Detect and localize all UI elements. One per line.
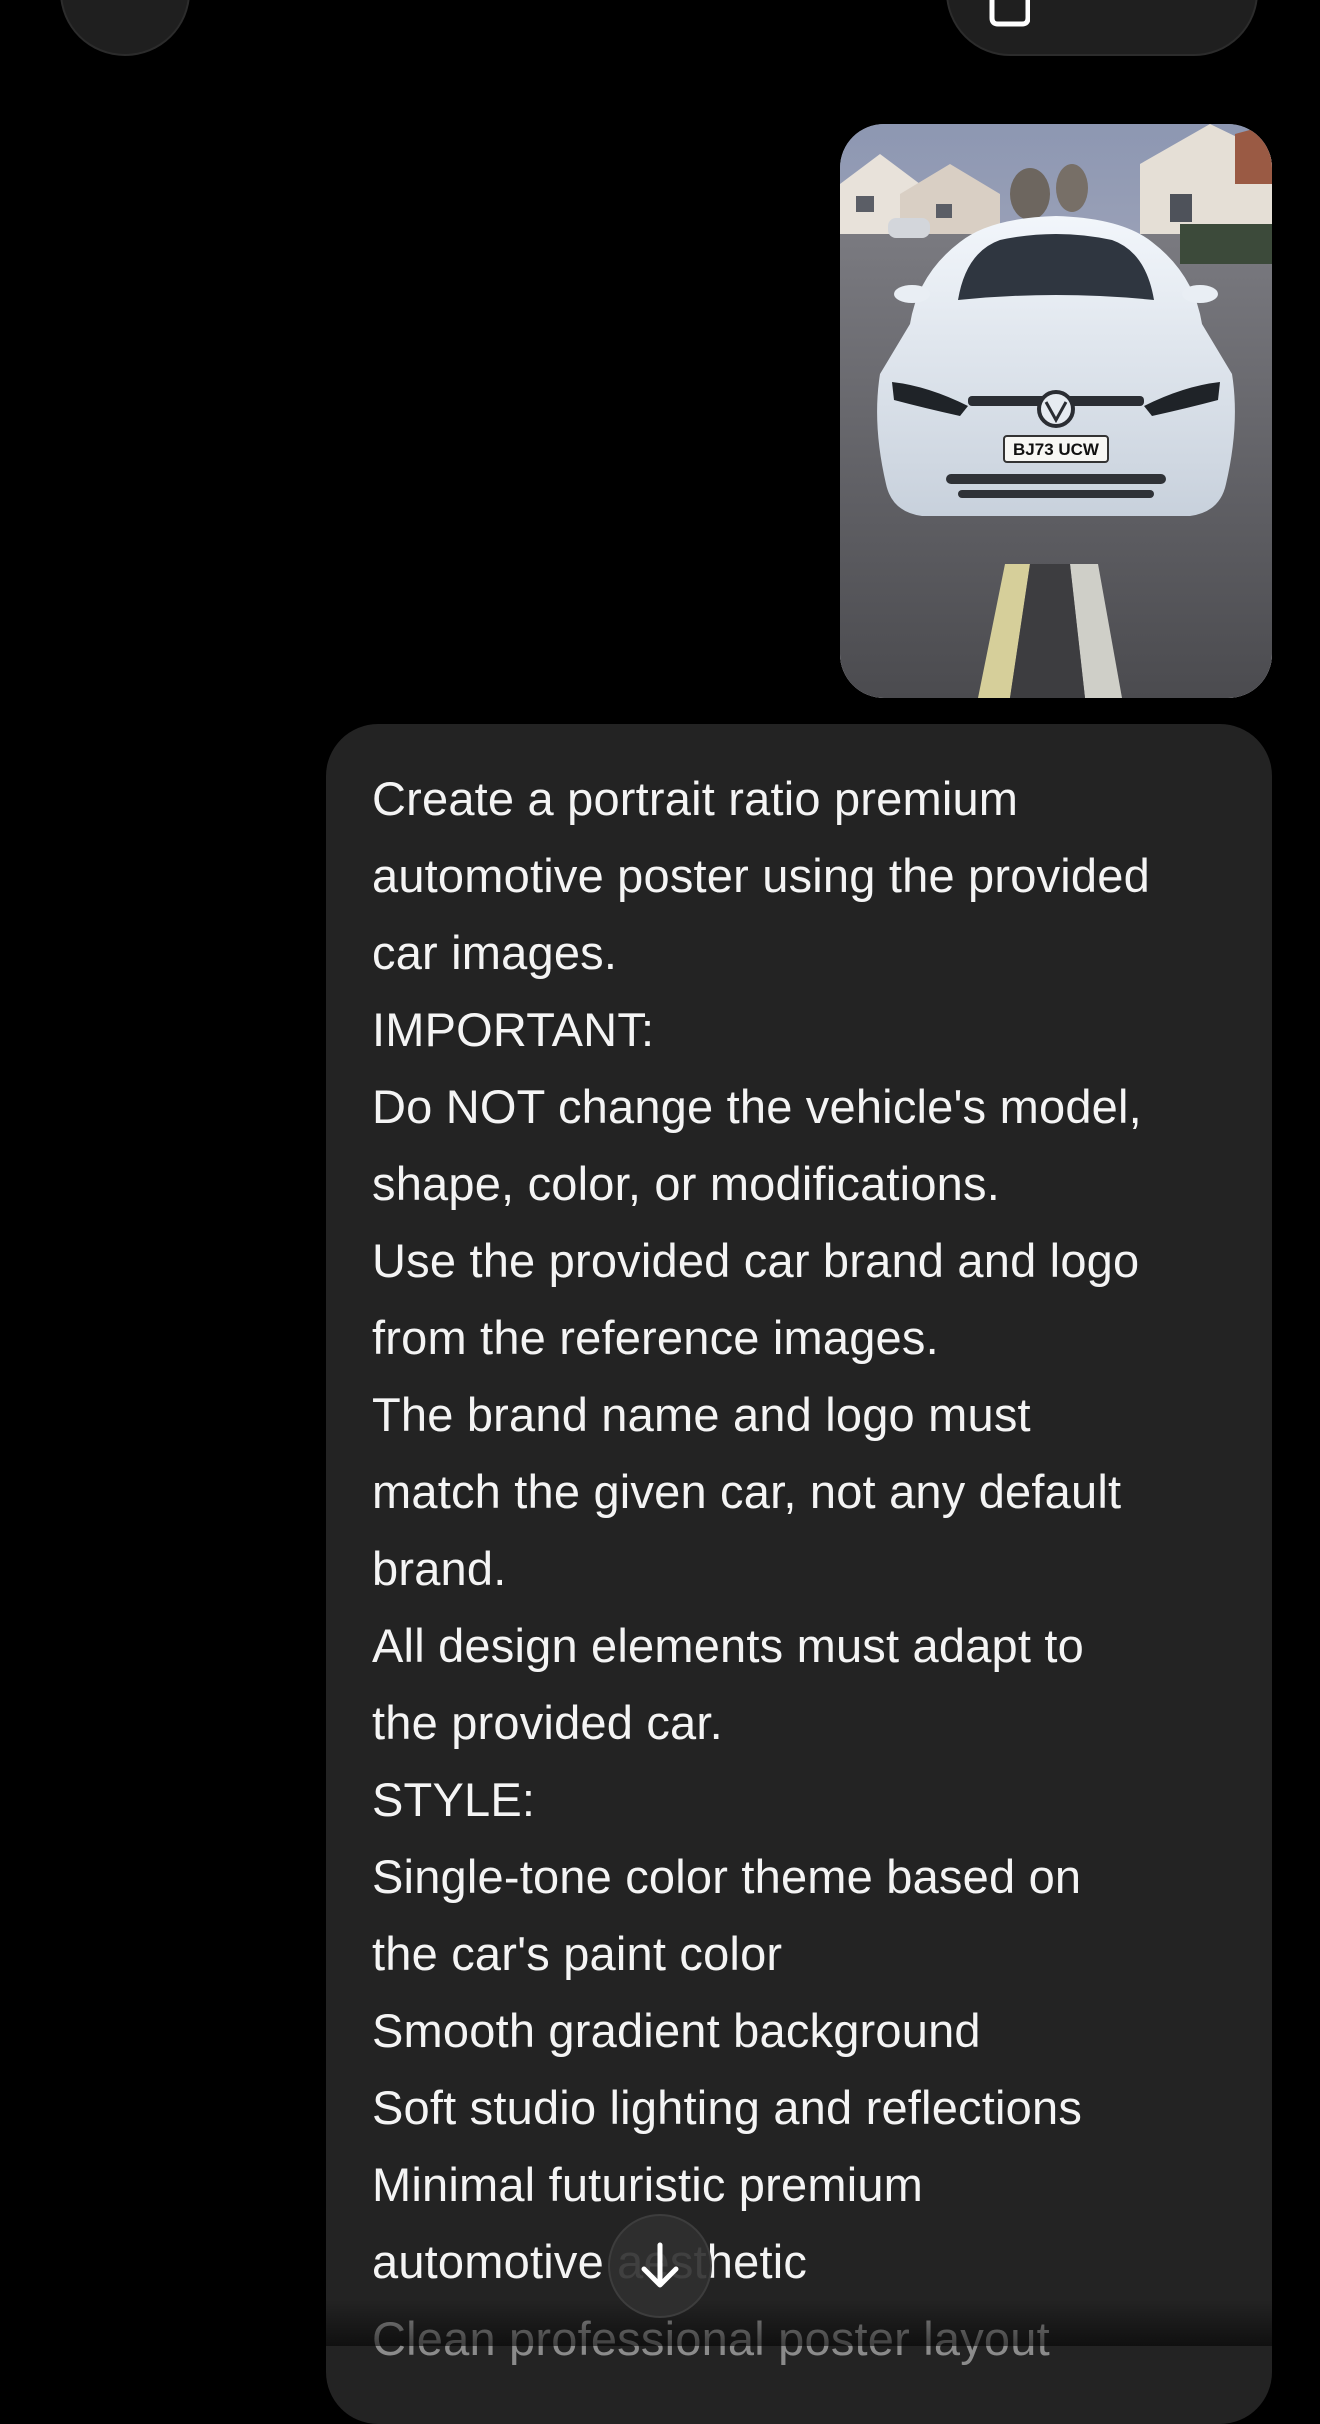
menu-icon	[105, 0, 145, 12]
new-chat-button[interactable]	[946, 0, 1258, 56]
message-line: Use the provided car brand and logo	[372, 1234, 1140, 1287]
message-line: automotive poster using the provided	[372, 849, 1150, 902]
message-line: car images.	[372, 926, 618, 979]
message-line: brand.	[372, 1542, 507, 1595]
arrow-down-icon	[641, 2242, 679, 2288]
new-chat-icon	[989, 0, 1030, 27]
message-line: Single-tone color theme based on	[372, 1850, 1082, 1903]
message-line: Smooth gradient background	[372, 2004, 981, 2057]
license-plate-text: BJ73 UCW	[1013, 440, 1100, 459]
message-line: the provided car.	[372, 1696, 723, 1749]
menu-button[interactable]	[60, 0, 190, 56]
message-line: Do NOT change the vehicle's model,	[372, 1080, 1142, 1133]
message-line: STYLE:	[372, 1773, 536, 1826]
message-line: match the given car, not any default	[372, 1465, 1122, 1518]
message-line: from the reference images.	[372, 1311, 939, 1364]
user-message-bubble: Create a portrait ratio premium automoti…	[326, 724, 1272, 2424]
message-line: Minimal futuristic premium	[372, 2158, 924, 2211]
message-line: The brand name and logo must	[372, 1388, 1031, 1441]
message-line: shape, color, or modifications.	[372, 1157, 1000, 1210]
message-line: the car's paint color	[372, 1927, 783, 1980]
message-line: Create a portrait ratio premium	[372, 772, 1019, 825]
message-line: Soft studio lighting and reflections	[372, 2081, 1083, 2134]
message-line: IMPORTANT:	[372, 1003, 655, 1056]
message-line: automotive aesthetic	[372, 2235, 808, 2288]
attached-car-image[interactable]: BJ73 UCW	[840, 124, 1272, 698]
scroll-to-bottom-button[interactable]	[608, 2214, 712, 2318]
message-line: All design elements must adapt to	[372, 1619, 1084, 1672]
